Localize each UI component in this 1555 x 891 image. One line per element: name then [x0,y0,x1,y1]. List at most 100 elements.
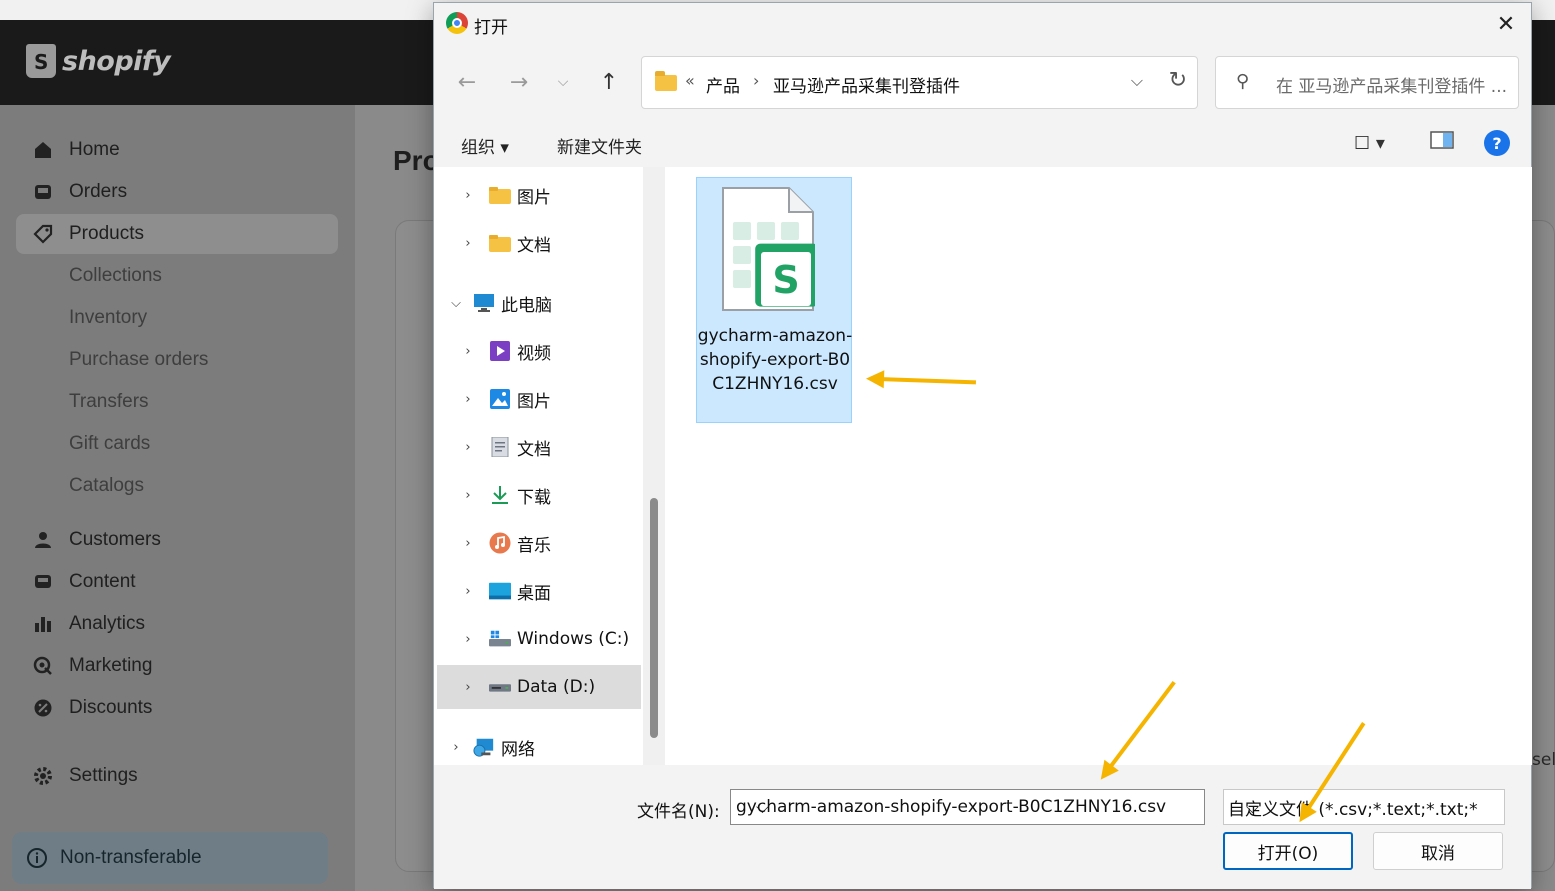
tree-item-music[interactable]: › 音乐 [437,521,641,565]
sidebar-item-label: Home [69,139,120,160]
chevron-right-icon[interactable]: › [461,680,475,695]
sidebar-item-orders[interactable]: Orders [16,172,338,212]
tree-item-pictures-pc[interactable]: › 图片 [437,377,641,421]
dialog-titlebar[interactable]: 打开 ✕ [434,3,1531,45]
chevron-down-icon[interactable]: ⌵ [1246,798,1496,818]
chevron-right-icon[interactable]: › [461,488,475,503]
person-icon [30,527,56,553]
recent-locations-button[interactable]: ⌵ [546,65,580,99]
sidebar-item-content[interactable]: Content [16,562,338,602]
chevron-right-icon[interactable]: › [461,440,475,455]
chevron-right-icon[interactable]: › [461,236,475,251]
shopify-bag-icon [26,44,56,78]
file-name: gycharm-amazon-shopify-export-B0C1ZHNY16… [697,326,853,394]
picture-icon [489,389,511,409]
breadcrumb-item[interactable]: 产品 [706,72,740,97]
filename-label: 文件名(N): [637,802,720,822]
folder-icon [489,185,511,205]
organize-menu[interactable]: 组织 ▾ [461,133,509,158]
sidebar-item-gift-cards[interactable]: Gift cards [16,424,338,464]
chevron-right-icon[interactable]: › [461,392,475,407]
close-button[interactable]: ✕ [1491,9,1521,39]
tree-item-label: 下载 [517,487,551,508]
discount-icon [30,695,56,721]
sidebar-item-label: Catalogs [69,475,144,496]
chevron-right-icon[interactable]: › [461,536,475,551]
sidebar-item-home[interactable]: Home [16,130,338,170]
chevron-right-icon[interactable]: › [461,632,475,647]
tag-icon [30,221,56,247]
sidebar-item-label: Purchase orders [69,349,209,370]
breadcrumb-item[interactable]: 亚马逊产品采集刊登插件 [773,72,960,97]
tree-item-videos[interactable]: › 视频 [437,329,641,373]
sidebar-item-settings[interactable]: Settings [16,756,338,796]
chevron-down-icon[interactable]: ⌵ [1131,71,1143,91]
back-button[interactable]: ← [450,65,484,99]
tree-item-documents-pc[interactable]: › 文档 [437,425,641,469]
shopify-logo[interactable]: shopify [26,44,171,78]
shopify-logo-text: shopify [62,45,171,77]
sidebar-item-customers[interactable]: Customers [16,520,338,560]
sidebar-item-marketing[interactable]: Marketing [16,646,338,686]
sidebar-item-collections[interactable]: Collections [16,256,338,296]
tree-item-label: 视频 [517,343,551,364]
sidebar-item-purchase-orders[interactable]: Purchase orders [16,340,338,380]
chevron-right-icon[interactable]: › [449,740,463,755]
sidebar-item-products[interactable]: Products [16,214,338,254]
up-button[interactable]: ↑ [592,65,626,99]
chevron-right-icon[interactable]: › [461,344,475,359]
sidebar-item-catalogs[interactable]: Catalogs [16,466,338,506]
sidebar-item-analytics[interactable]: Analytics [16,604,338,644]
arrow-up-icon: ↑ [599,69,619,95]
home-icon [30,137,56,163]
chevron-right-icon[interactable]: › [753,71,759,90]
tree-item-drive-c[interactable]: › Windows (C:) [437,617,641,661]
sidebar-item-transfers[interactable]: Transfers [16,382,338,422]
refresh-icon[interactable]: ↻ [1169,68,1187,93]
cancel-button[interactable]: 取消 [1373,832,1503,870]
non-transferable-badge[interactable]: Non-transferable [12,832,328,884]
new-folder-button[interactable]: 新建文件夹 [557,133,642,158]
sidebar-item-label: Marketing [69,655,153,676]
folder-icon [489,233,511,253]
tree-item-label: 文档 [517,235,551,256]
tree-item-label: 桌面 [517,583,551,604]
download-icon [489,485,511,505]
tree-item-documents[interactable]: › 文档 [437,221,641,265]
edge-text: sel [1532,750,1555,770]
open-button[interactable]: 打开(O) [1223,832,1353,870]
filename-input[interactable]: gycharm-amazon-shopify-export-B0C1ZHNY16… [730,789,1205,825]
preview-pane-icon[interactable] [1430,131,1454,154]
help-icon[interactable]: ? [1484,130,1510,156]
tree-item-label: Windows (C:) [517,629,630,649]
tree-scrollbar-thumb[interactable] [650,498,658,738]
address-row: ← → ⌵ ↑ « 产品 › 亚马逊产品采集刊登插件 ⌵ ↻ ⚲ 在 亚马逊产品… [434,45,1531,121]
tree-item-pictures[interactable]: › 图片 [437,173,641,217]
sidebar-item-discounts[interactable]: Discounts [16,688,338,728]
search-input[interactable]: ⚲ 在 亚马逊产品采集刊登插件 ... [1215,56,1519,109]
chevron-down-icon[interactable]: ⌵ [756,798,1196,818]
tree-item-desktop[interactable]: › 桌面 [437,569,641,613]
chevron-right-icon[interactable]: › [461,188,475,203]
chevron-right-icon[interactable]: › [461,584,475,599]
arrow-left-icon: ← [457,69,477,95]
file-type-select[interactable]: 自定义文件 (*.csv;*.text;*.txt;*.x ⌵ [1223,789,1505,825]
chevron-down-icon[interactable]: ⌵ [449,296,463,311]
chrome-icon [446,12,468,34]
tree-item-drive-d[interactable]: › Data (D:) [437,665,641,709]
svg-text:S: S [772,258,799,302]
view-options-icon[interactable]: ☐ ▾ [1354,133,1385,154]
breadcrumb-overflow[interactable]: « [685,71,695,90]
tree-item-this-pc[interactable]: ⌵ 此电脑 [437,281,641,325]
computer-icon [473,293,495,313]
tree-item-downloads[interactable]: › 下载 [437,473,641,517]
file-item-csv[interactable]: S gycharm-amazon-shopify-export-B0C1ZHNY… [696,177,852,423]
dialog-toolbar: 组织 ▾ 新建文件夹 ☐ ▾ ? [434,121,1531,167]
sidebar-item-inventory[interactable]: Inventory [16,298,338,338]
tree-item-label: 图片 [517,187,551,208]
info-icon [24,845,50,871]
drive-icon [489,677,511,697]
forward-button[interactable]: → [502,65,536,99]
tree-item-network[interactable]: › 网络 [437,725,641,769]
address-bar[interactable]: « 产品 › 亚马逊产品采集刊登插件 ⌵ ↻ [641,56,1198,109]
